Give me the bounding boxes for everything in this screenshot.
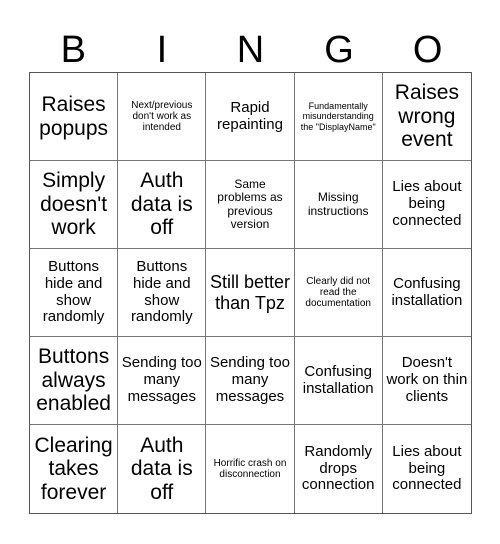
- bingo-cell[interactable]: Confusing installation: [382, 249, 471, 337]
- header-letter-i: I: [156, 29, 168, 71]
- bingo-cell[interactable]: Clearing takes forever: [30, 425, 119, 513]
- bingo-cell[interactable]: Doesn't work on thin clients: [382, 337, 471, 425]
- bingo-cell[interactable]: Buttons hide and show randomly: [118, 249, 207, 337]
- bingo-cell[interactable]: Buttons always enabled: [30, 337, 119, 425]
- bingo-cell[interactable]: Still better than Tpz: [206, 249, 295, 337]
- bingo-cell[interactable]: Auth data is off: [118, 425, 207, 513]
- bingo-cell[interactable]: Raises wrong event: [382, 73, 471, 161]
- header-letter-n: N: [236, 29, 265, 71]
- header-letter-b: B: [60, 29, 86, 71]
- bingo-cell[interactable]: Fundamentally misunderstanding the "Disp…: [294, 73, 383, 161]
- bingo-cell[interactable]: Lies about being connected: [383, 425, 471, 513]
- bingo-header: B I N G O: [29, 28, 472, 72]
- bingo-cell[interactable]: Clearly did not read the documentation: [294, 249, 383, 337]
- bingo-cell[interactable]: Horrific crash on disconnection: [206, 425, 295, 513]
- bingo-cell[interactable]: Sending too many messages: [206, 337, 295, 425]
- bingo-cell[interactable]: Lies about being connected: [382, 161, 471, 249]
- bingo-cell[interactable]: Sending too many messages: [118, 337, 207, 425]
- bingo-cell[interactable]: Simply doesn't work: [30, 161, 119, 249]
- bingo-cell[interactable]: Raises popups: [30, 73, 119, 161]
- bingo-grid: Raises popups Next/previous don't work a…: [29, 72, 472, 514]
- bingo-cell[interactable]: Auth data is off: [118, 161, 207, 249]
- bingo-cell[interactable]: Rapid repainting: [206, 73, 295, 161]
- bingo-cell[interactable]: Next/previous don't work as intended: [118, 73, 207, 161]
- bingo-cell[interactable]: Randomly drops connection: [295, 425, 383, 513]
- bingo-cell[interactable]: Missing instructions: [294, 161, 383, 249]
- bingo-cell[interactable]: Same problems as previous version: [206, 161, 295, 249]
- bingo-cell[interactable]: Buttons hide and show randomly: [30, 249, 119, 337]
- header-letter-g: G: [324, 29, 354, 71]
- header-letter-o: O: [412, 29, 443, 71]
- bingo-cell[interactable]: Confusing installation: [294, 337, 383, 425]
